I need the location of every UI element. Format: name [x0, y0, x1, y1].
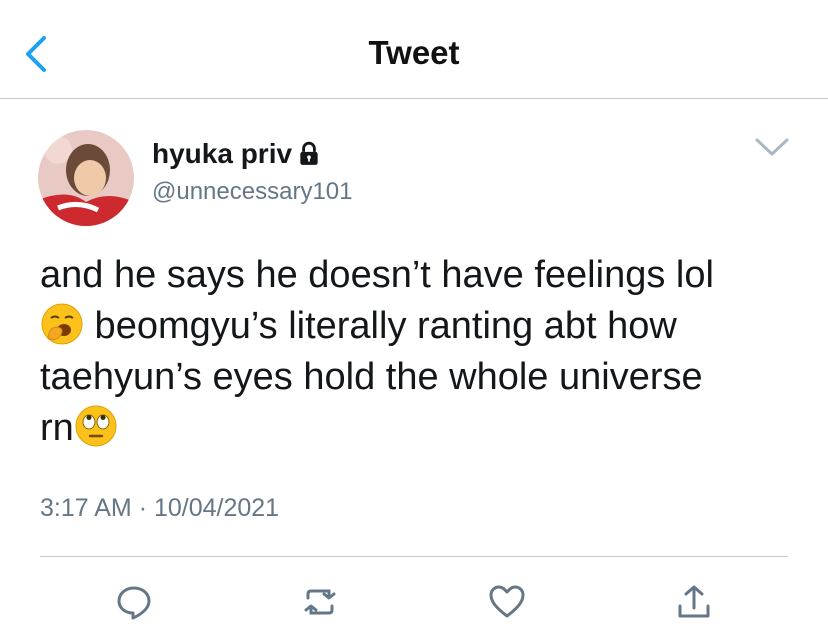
tweet-timestamp: 3:17 AM · 10/04/2021 — [40, 494, 279, 523]
reply-icon[interactable] — [114, 582, 154, 622]
retweet-icon[interactable] — [300, 582, 340, 622]
page-title: Tweet — [368, 34, 460, 71]
share-icon[interactable] — [674, 582, 714, 622]
lock-icon — [300, 141, 318, 165]
tweet-text-line: beomgyu’s literally ranting abt how — [40, 301, 800, 352]
tweet-text-line-2: beomgyu’s literally ranting abt how — [84, 305, 677, 347]
tweet-text-line-4: rn — [40, 407, 74, 449]
display-name[interactable]: hyuka priv — [152, 138, 322, 170]
divider — [40, 556, 788, 557]
tweet-text-line: taehyun’s eyes hold the whole universe — [40, 356, 703, 398]
like-icon[interactable] — [487, 582, 527, 622]
meta-separator: · — [138, 494, 148, 522]
yawning-face-emoji — [41, 303, 83, 345]
tweet-text-line: and he says he doesn’t have feelings lol — [40, 254, 714, 296]
tweet-date: 10/04/2021 — [153, 494, 280, 522]
user-handle[interactable]: @unnecessary101 — [152, 178, 352, 206]
tweet-actions — [0, 582, 828, 622]
eye-roll-emoji — [75, 405, 117, 447]
tweet-text: and he says he doesn’t have feelings lol… — [40, 250, 800, 454]
avatar[interactable] — [38, 130, 134, 226]
navigation-bar: Tweet — [0, 0, 828, 99]
tweet-time: 3:17 AM — [40, 494, 132, 522]
chevron-down-icon[interactable] — [754, 136, 790, 158]
tweet-text-line: rn — [40, 403, 800, 454]
display-name-text: hyuka priv — [152, 138, 293, 169]
